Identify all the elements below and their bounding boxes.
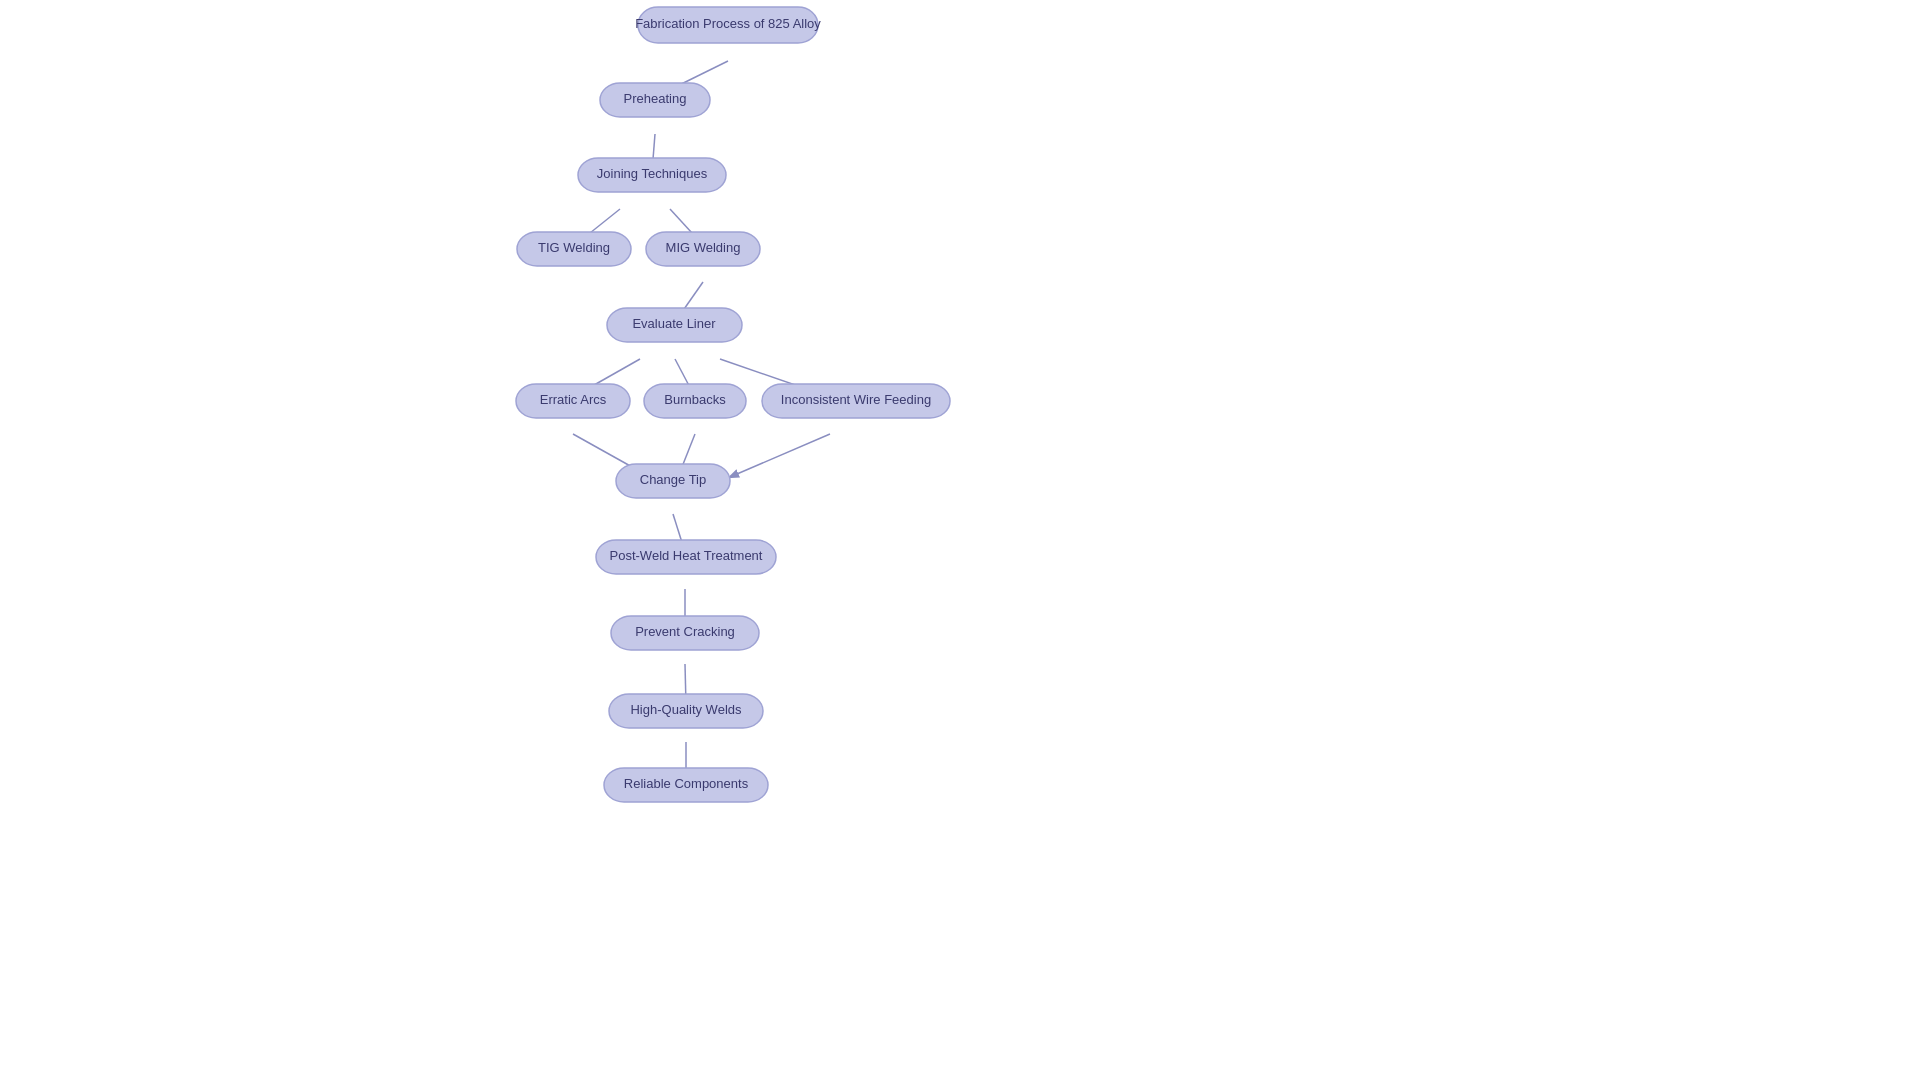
node-changetip-label: Change Tip <box>640 472 707 487</box>
diagram-container: Fabrication Process of 825 Alloy Preheat… <box>0 0 1920 1080</box>
node-postweld-label: Post-Weld Heat Treatment <box>610 548 763 563</box>
flowchart: Fabrication Process of 825 Alloy Preheat… <box>0 0 1920 1080</box>
node-preheating-label: Preheating <box>624 91 687 106</box>
node-reliable-label: Reliable Components <box>624 776 749 791</box>
arrow-inconsistent-changetip <box>730 434 830 477</box>
node-root-label: Fabrication Process of 825 Alloy <box>635 16 821 31</box>
node-inconsistent-label: Inconsistent Wire Feeding <box>781 392 931 407</box>
node-tig-label: TIG Welding <box>538 240 610 255</box>
node-mig-label: MIG Welding <box>666 240 741 255</box>
node-highquality-label: High-Quality Welds <box>630 702 742 717</box>
node-erratic-label: Erratic Arcs <box>540 392 607 407</box>
node-burnbacks-label: Burnbacks <box>664 392 726 407</box>
node-joining-label: Joining Techniques <box>597 166 708 181</box>
node-evaluate-label: Evaluate Liner <box>632 316 716 331</box>
node-prevent-label: Prevent Cracking <box>635 624 735 639</box>
